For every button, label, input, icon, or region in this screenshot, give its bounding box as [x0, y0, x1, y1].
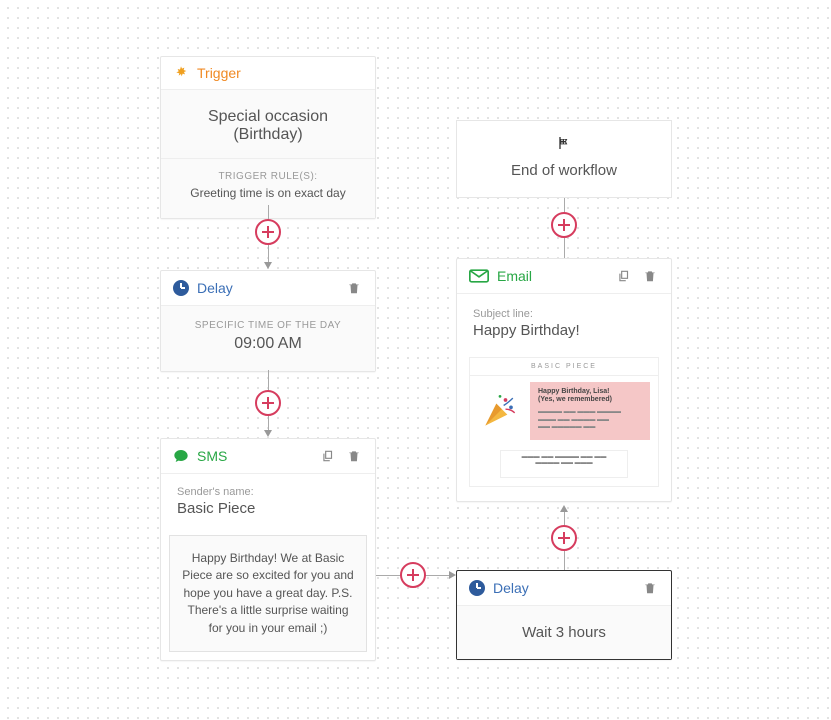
email-node[interactable]: Email Subject line: Happy Birthday! BASI… — [456, 258, 672, 502]
trigger-occasion: Special occasion (Birthday) — [177, 108, 359, 144]
delay2-body: Wait 3 hours — [457, 606, 671, 659]
clock-icon — [469, 580, 485, 596]
delay1-body: SPECIFIC TIME OF THE DAY 09:00 AM — [161, 306, 375, 371]
delete-button[interactable] — [641, 267, 659, 285]
delay2-node[interactable]: Delay Wait 3 hours — [456, 570, 672, 660]
preview-hero: Happy Birthday, Lisa! (Yes, we remembere… — [530, 382, 650, 440]
trigger-icon — [173, 65, 189, 81]
trigger-rule: Greeting time is on exact day — [161, 186, 375, 200]
speech-bubble-icon — [173, 448, 189, 464]
delay2-title: Delay — [493, 580, 633, 596]
arrowhead-up-icon — [560, 505, 568, 512]
preview-head2: (Yes, we remembered) — [538, 396, 642, 404]
delay1-time: 09:00 AM — [177, 335, 359, 353]
trigger-header: Trigger — [161, 57, 375, 90]
flag-icon — [556, 135, 572, 151]
trash-icon — [347, 281, 361, 295]
canvas-background — [0, 0, 831, 720]
add-step-button[interactable] — [255, 390, 281, 416]
delay1-sub: SPECIFIC TIME OF THE DAY — [177, 320, 359, 331]
arrowhead-down-icon — [264, 262, 272, 269]
arrowhead-down-icon — [264, 430, 272, 437]
add-step-button[interactable] — [255, 219, 281, 245]
envelope-icon — [469, 269, 489, 283]
trigger-body: Special occasion (Birthday) TRIGGER RULE… — [161, 90, 375, 218]
sms-sender-label: Sender's name: — [161, 482, 375, 498]
trash-icon — [347, 449, 361, 463]
delay1-node[interactable]: Delay SPECIFIC TIME OF THE DAY 09:00 AM — [160, 270, 376, 372]
end-node[interactable]: End of workflow — [456, 120, 672, 198]
sms-sender: Basic Piece — [161, 498, 375, 527]
delay2-header: Delay — [457, 571, 671, 606]
trigger-rules-label: TRIGGER RULE(S): — [161, 171, 375, 182]
party-popper-icon — [470, 376, 530, 446]
trigger-title: Trigger — [197, 65, 363, 81]
clock-icon — [173, 280, 189, 296]
sms-title: SMS — [197, 448, 311, 464]
add-step-button[interactable] — [551, 525, 577, 551]
preview-body: ▬▬▬ ▬▬ ▬▬▬▬ ▬▬ ▬▬▬▬▬▬ ▬▬ ▬▬▬ — [500, 450, 628, 478]
end-label: End of workflow — [467, 162, 661, 179]
sms-message: Happy Birthday! We at Basic Piece are so… — [169, 535, 367, 652]
delay1-header: Delay — [161, 271, 375, 306]
email-preview: BASIC PIECE Happy Birthday, Lisa! (Yes, … — [469, 357, 659, 487]
add-step-button[interactable] — [551, 212, 577, 238]
delay2-wait: Wait 3 hours — [469, 624, 659, 641]
email-title: Email — [497, 268, 607, 284]
sms-header: SMS — [161, 439, 375, 474]
delete-button[interactable] — [641, 579, 659, 597]
delete-button[interactable] — [345, 279, 363, 297]
email-subject-label: Subject line: — [457, 304, 671, 320]
sms-node[interactable]: SMS Sender's name: Basic Piece Happy Bir… — [160, 438, 376, 661]
delete-button[interactable] — [345, 447, 363, 465]
trash-icon — [643, 581, 657, 595]
preview-head1: Happy Birthday, Lisa! — [538, 388, 642, 396]
trash-icon — [643, 269, 657, 283]
arrowhead-right-icon — [449, 571, 456, 579]
delay1-title: Delay — [197, 280, 337, 296]
duplicate-button[interactable] — [319, 447, 337, 465]
add-step-button[interactable] — [400, 562, 426, 588]
trigger-node[interactable]: Trigger Special occasion (Birthday) TRIG… — [160, 56, 376, 219]
email-subject: Happy Birthday! — [457, 320, 671, 349]
copy-icon — [617, 269, 631, 283]
duplicate-button[interactable] — [615, 267, 633, 285]
email-header: Email — [457, 259, 671, 294]
preview-brand: BASIC PIECE — [470, 358, 658, 376]
copy-icon — [321, 449, 335, 463]
